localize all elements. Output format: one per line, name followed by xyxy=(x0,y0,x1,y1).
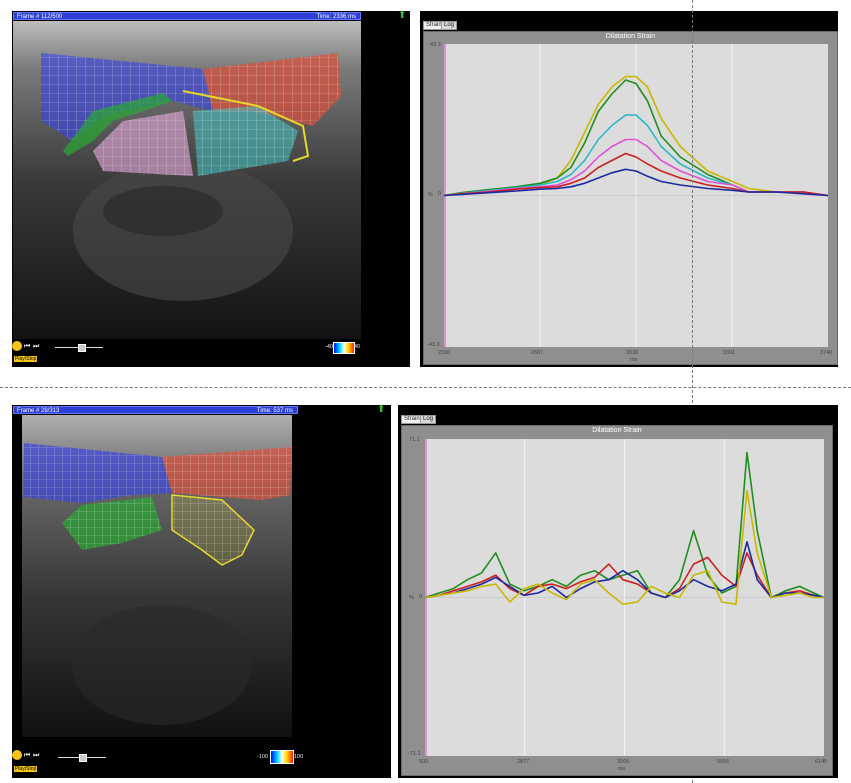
top-frame-titlebar: Frame # 112/500 Time: 2336 ms xyxy=(13,12,361,20)
top-ymax-label: 43.3 xyxy=(430,42,441,48)
bottom-colorbar xyxy=(270,750,294,764)
bottom-yzero-label: 0 xyxy=(419,594,423,600)
top-colorbar-max: 40 xyxy=(354,344,361,350)
bottom-ymin-label: -71.1 xyxy=(408,751,421,757)
top-xtick-1: 2687 xyxy=(531,350,544,356)
top-time-label: Time: 2336 ms xyxy=(316,14,356,20)
bottom-xtick-0: 500 xyxy=(419,759,429,765)
bottom-chart-title: Dilatation Strain xyxy=(592,427,642,434)
top-ymin-label: -43.3 xyxy=(427,342,440,348)
bottom-colorbar-max: 100 xyxy=(294,754,304,760)
top-prev-frame-icon[interactable]: ⏮ xyxy=(24,343,30,350)
top-colorbar-min: -40 xyxy=(325,344,333,350)
top-line-chart xyxy=(444,44,828,347)
bottom-xunit-label: ms xyxy=(618,766,626,772)
top-green-arrow-icon[interactable]: ⬆ xyxy=(398,10,406,21)
top-xtick-2: 3038 xyxy=(626,350,639,356)
bottom-ymax-label: 71.1 xyxy=(409,437,420,443)
bottom-xtick-4: 6145 xyxy=(815,759,828,765)
bottom-frame-titlebar: Frame # 28/313 Time: 537 ms xyxy=(13,406,298,414)
top-xtick-3: 3391 xyxy=(723,350,736,356)
top-xunit-label: ms xyxy=(630,357,638,363)
top-play-button[interactable] xyxy=(12,341,22,351)
top-yunit-label: % xyxy=(428,192,433,198)
bottom-colorbar-min: -100 xyxy=(257,754,269,760)
bottom-ultrasound-image xyxy=(22,415,292,737)
top-chart-title: Dilatation Strain xyxy=(605,33,656,40)
top-frame-slider-thumb[interactable] xyxy=(78,344,86,352)
bottom-frame-slider-thumb[interactable] xyxy=(79,754,87,762)
bottom-play-label: Play/Stop xyxy=(14,766,38,772)
bottom-time-label: Time: 537 ms xyxy=(256,408,293,414)
bottom-tab-log[interactable]: Log xyxy=(420,415,437,424)
bottom-play-button[interactable] xyxy=(12,750,22,760)
bottom-xtick-3: 5056 xyxy=(717,759,730,765)
top-next-frame-icon[interactable]: ⏭ xyxy=(33,343,39,350)
bottom-xtick-1: 2877 xyxy=(517,759,530,765)
bottom-frame-label: Frame # 28/313 xyxy=(17,408,60,414)
bottom-line-chart xyxy=(425,439,824,756)
bottom-yunit-label: % xyxy=(409,595,414,601)
bottom-next-frame-icon[interactable]: ⏭ xyxy=(33,752,39,759)
bottom-prev-frame-icon[interactable]: ⏮ xyxy=(24,752,30,759)
top-play-label: Play/Stop xyxy=(14,356,38,362)
top-ultrasound-image xyxy=(13,21,361,339)
top-frame-label: Frame # 112/500 xyxy=(17,14,63,20)
bottom-xtick-2: 3506 xyxy=(617,759,630,765)
top-yzero-label: 0 xyxy=(438,191,442,197)
top-tab-log[interactable]: Log xyxy=(441,21,458,30)
horizontal-separator xyxy=(0,387,851,388)
top-xtick-4: 3740 xyxy=(820,350,833,356)
top-colorbar xyxy=(333,342,355,354)
top-xtick-0: 2336 xyxy=(438,350,451,356)
bottom-green-arrow-icon[interactable]: ⬆ xyxy=(377,404,385,415)
